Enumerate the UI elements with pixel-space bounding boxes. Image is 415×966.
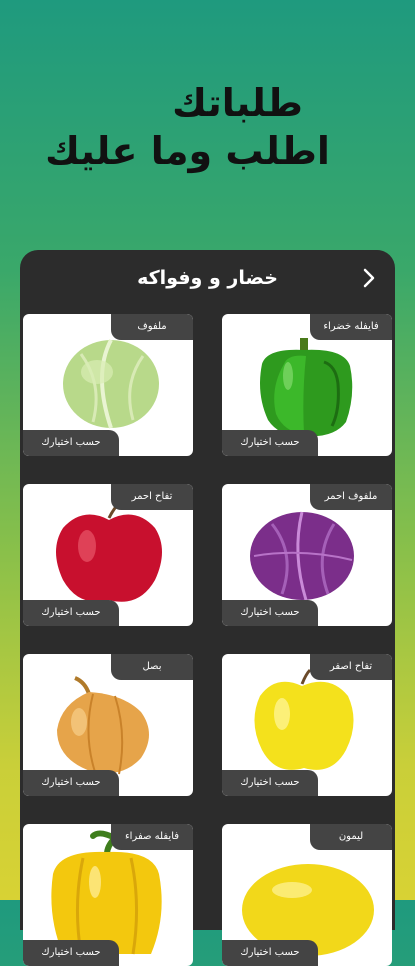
phone-screen: خضار و وفواكه فايفله خضراء حسب اختيارك م… (20, 250, 395, 966)
headline-line-1: طلباتك (172, 81, 303, 125)
chevron-right-icon (363, 268, 375, 288)
product-card[interactable]: فايفله خضراء حسب اختيارك (222, 314, 392, 456)
product-name: ملفوف احمر (310, 484, 392, 510)
product-name: فايفله خضراء (310, 314, 392, 340)
product-name: ليمون (310, 824, 392, 850)
headline-line-2: اطلب وما عليك (45, 129, 330, 173)
product-card[interactable]: بصل حسب اختيارك (23, 654, 193, 796)
product-name: فايفله صفراء (111, 824, 193, 850)
pick-button[interactable]: حسب اختيارك (222, 600, 318, 626)
promo-headline: طلباتك اطلب وما عليك (0, 80, 415, 176)
product-card[interactable]: ليمون حسب اختيارك (222, 824, 392, 966)
product-name: ملفوف (111, 314, 193, 340)
product-card[interactable]: تفاح احمر حسب اختيارك (23, 484, 193, 626)
pick-button[interactable]: حسب اختيارك (222, 430, 318, 456)
top-bar: خضار و وفواكه (20, 250, 395, 306)
back-button[interactable] (357, 264, 381, 292)
pick-button[interactable]: حسب اختيارك (23, 600, 119, 626)
product-name: تفاح اصفر (310, 654, 392, 680)
product-card[interactable]: ملفوف احمر حسب اختيارك (222, 484, 392, 626)
pick-button[interactable]: حسب اختيارك (23, 430, 119, 456)
product-card[interactable]: تفاح اصفر حسب اختيارك (222, 654, 392, 796)
screen-title: خضار و وفواكه (137, 267, 278, 289)
product-name: تفاح احمر (111, 484, 193, 510)
pick-button[interactable]: حسب اختيارك (23, 940, 119, 966)
product-card[interactable]: فايفله صفراء حسب اختيارك (23, 824, 193, 966)
pick-button[interactable]: حسب اختيارك (222, 940, 318, 966)
pick-button[interactable]: حسب اختيارك (222, 770, 318, 796)
product-name: بصل (111, 654, 193, 680)
pick-button[interactable]: حسب اختيارك (23, 770, 119, 796)
product-card[interactable]: ملفوف حسب اختيارك (23, 314, 193, 456)
